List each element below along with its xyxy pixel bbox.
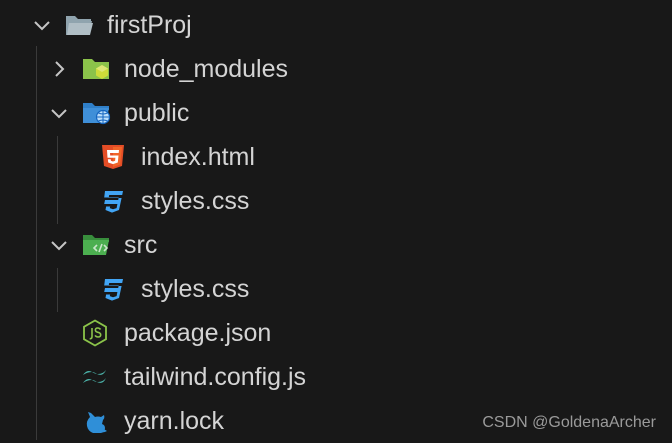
tree-item-index-html[interactable]: index.html xyxy=(0,135,672,179)
folder-open-icon xyxy=(63,11,95,39)
tree-item-label: styles.css xyxy=(141,187,250,215)
public-folder-icon xyxy=(81,99,113,127)
css3-icon xyxy=(97,275,129,303)
tree-item-label: styles.css xyxy=(141,275,250,303)
tree-item-label: src xyxy=(124,231,158,259)
chevron-down-icon[interactable] xyxy=(48,102,70,124)
tree-item-tailwind-config-js[interactable]: tailwind.config.js xyxy=(0,355,672,399)
html5-icon xyxy=(97,143,129,171)
tailwind-icon xyxy=(79,363,111,391)
tree-item-label: yarn.lock xyxy=(124,407,225,435)
tree-item-package-json[interactable]: package.json xyxy=(0,311,672,355)
tree-item-public[interactable]: public xyxy=(0,91,672,135)
tree-item-node-modules[interactable]: node_modules xyxy=(0,47,672,91)
tree-item-styles-css-public[interactable]: styles.css xyxy=(0,179,672,223)
watermark-text: CSDN @GoldenaArcher xyxy=(482,414,656,431)
chevron-right-icon[interactable] xyxy=(48,58,70,80)
file-explorer-tree: firstProj node_modules public index.html… xyxy=(0,0,672,440)
tree-item-label: package.json xyxy=(124,319,272,347)
src-folder-icon xyxy=(81,231,113,259)
tree-item-label: firstProj xyxy=(107,11,192,39)
node-modules-folder-icon xyxy=(81,55,113,83)
css3-icon xyxy=(97,187,129,215)
tree-item-label: index.html xyxy=(141,143,255,171)
tree-item-label: public xyxy=(124,99,190,127)
tree-item-label: tailwind.config.js xyxy=(124,363,307,391)
tree-root-firstproj[interactable]: firstProj xyxy=(0,3,672,47)
tree-item-styles-css-src[interactable]: styles.css xyxy=(0,267,672,311)
tree-item-src[interactable]: src xyxy=(0,223,672,267)
nodejs-icon xyxy=(79,319,111,347)
chevron-down-icon[interactable] xyxy=(31,14,53,36)
tree-item-label: node_modules xyxy=(124,55,289,83)
yarn-cat-icon xyxy=(79,407,111,435)
chevron-down-icon[interactable] xyxy=(48,234,70,256)
